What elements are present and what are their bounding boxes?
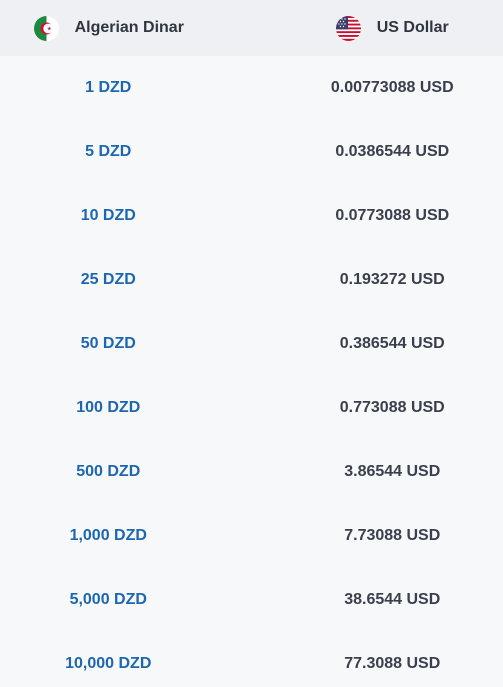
- table-header: Algerian Dinar US Dollar: [0, 0, 503, 56]
- to-currency-name: US Dollar: [376, 19, 449, 36]
- to-amount-value: 38.6544 USD: [344, 591, 441, 608]
- from-amount-link[interactable]: 10 DZD: [0, 207, 252, 225]
- from-amount-link[interactable]: 5 DZD: [0, 143, 252, 161]
- from-amount-link[interactable]: 1,000 DZD: [0, 527, 252, 545]
- table-row: 25 DZD 0.193272 USD: [0, 248, 503, 312]
- from-amount-link[interactable]: 10,000 DZD: [0, 655, 252, 673]
- conversion-table: Algerian Dinar US Dollar 1 DZD 0.0077308…: [0, 0, 503, 687]
- table-row: 5,000 DZD 38.6544 USD: [0, 568, 503, 632]
- from-amount-link[interactable]: 500 DZD: [0, 463, 252, 481]
- table-row: 1,000 DZD 7.73088 USD: [0, 504, 503, 568]
- table-row: 10 DZD 0.0773088 USD: [0, 184, 503, 248]
- table-row: 500 DZD 3.86544 USD: [0, 440, 503, 504]
- to-amount-value: 0.0386544 USD: [335, 143, 450, 160]
- to-amount-value: 3.86544 USD: [344, 463, 441, 480]
- to-amount-value: 0.193272 USD: [339, 271, 445, 288]
- to-amount-value: 77.3088 USD: [344, 655, 441, 672]
- to-amount-value: 0.773088 USD: [339, 399, 445, 416]
- to-amount-value: 0.386544 USD: [339, 335, 445, 352]
- from-currency-name: Algerian Dinar: [74, 19, 184, 36]
- from-amount-link[interactable]: 100 DZD: [0, 399, 252, 417]
- to-amount-value: 0.00773088 USD: [330, 79, 454, 96]
- table-row: 5 DZD 0.0386544 USD: [0, 120, 503, 184]
- table-row: 50 DZD 0.386544 USD: [0, 312, 503, 376]
- from-amount-link[interactable]: 1 DZD: [0, 79, 252, 97]
- table-row: 1 DZD 0.00773088 USD: [0, 56, 503, 120]
- from-amount-link[interactable]: 25 DZD: [0, 271, 252, 289]
- to-currency-header: US Dollar: [252, 15, 503, 41]
- from-amount-link[interactable]: 50 DZD: [0, 335, 252, 353]
- algeria-flag-icon: [33, 15, 59, 41]
- table-row: 10,000 DZD 77.3088 USD: [0, 632, 503, 687]
- us-flag-icon: [335, 15, 361, 41]
- from-amount-link[interactable]: 5,000 DZD: [0, 591, 252, 609]
- from-currency-header: Algerian Dinar: [0, 15, 252, 41]
- to-amount-value: 7.73088 USD: [344, 527, 441, 544]
- table-row: 100 DZD 0.773088 USD: [0, 376, 503, 440]
- to-amount-value: 0.0773088 USD: [335, 207, 450, 224]
